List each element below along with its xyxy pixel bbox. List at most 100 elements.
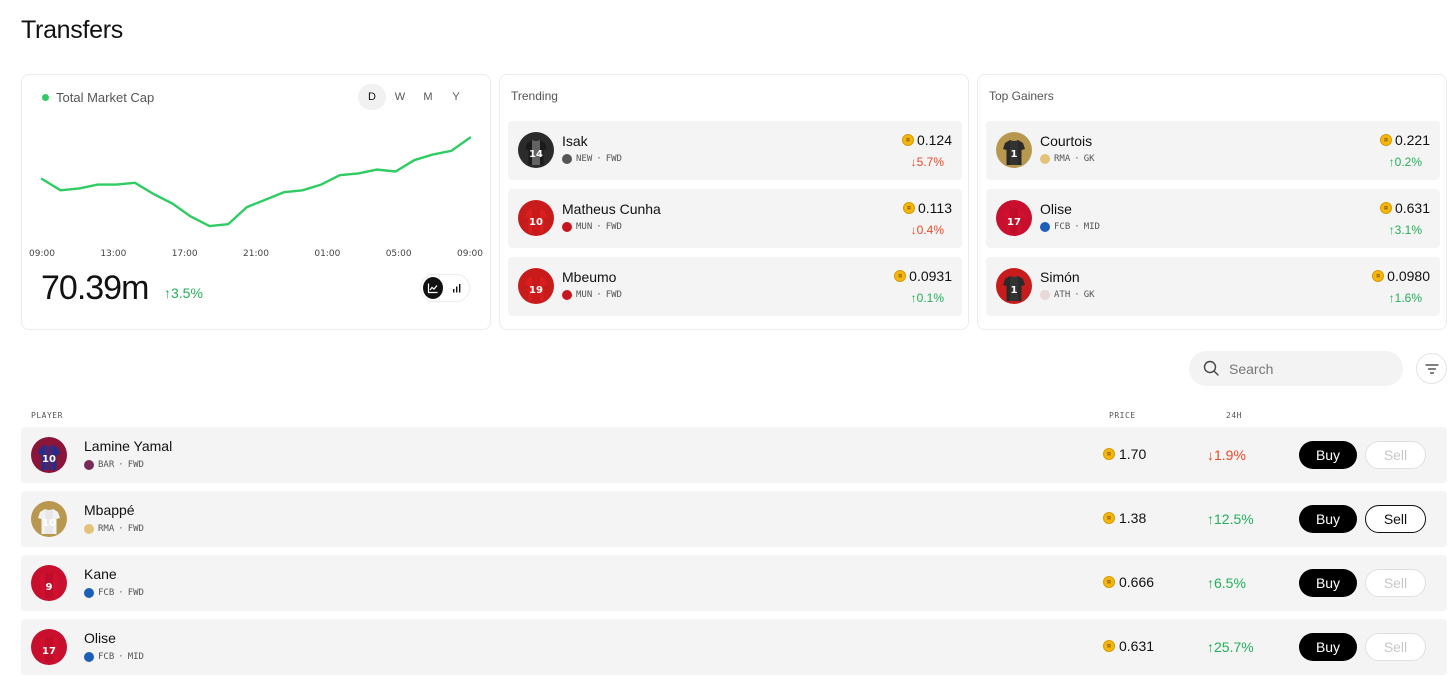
position-code: GK [1083, 290, 1095, 300]
sell-button[interactable]: Sell [1365, 569, 1426, 597]
coin-icon: ¤ [1103, 448, 1115, 460]
search-input[interactable] [1229, 360, 1389, 377]
arrow-up-icon: ↑ [1207, 575, 1214, 591]
team-position: FCB · FWD [84, 588, 144, 598]
player-avatar: 19 [518, 268, 554, 304]
position-code: GK [1083, 154, 1095, 164]
player-price: ¤ 0.666 [1103, 574, 1154, 590]
bar-chart-icon[interactable] [447, 277, 467, 299]
coin-icon: ¤ [1379, 134, 1392, 146]
table-row[interactable]: 10 Mbappé RMA · FWD ¤ 1.38 ↑12.5% Buy Sell [21, 491, 1447, 547]
market-cap-change: ↑3.5% [164, 285, 203, 301]
change-value: 5.7% [916, 155, 944, 169]
player-avatar: 9 [31, 565, 67, 601]
top-gainers-card: Top Gainers 1 Courtois RMA · GK ¤ 0.221 ↑0.2% 17… [977, 74, 1447, 330]
price-value: 0.221 [1394, 132, 1430, 148]
svg-text:1: 1 [1011, 149, 1018, 160]
x-tick-label: 05:00 [385, 249, 412, 259]
change-value: 0.4% [916, 223, 944, 237]
player-price: ¤ 0.0931 [894, 268, 952, 284]
player-name: Isak [562, 133, 588, 149]
player-name: Simón [1040, 269, 1080, 285]
x-tick-label: 01:00 [314, 249, 341, 259]
change-24h: ↓5.7% [911, 155, 944, 169]
player-name: Mbeumo [562, 269, 617, 285]
line-chart-icon[interactable] [423, 277, 443, 299]
change-24h: ↑3.1% [1389, 223, 1422, 237]
svg-text:19: 19 [529, 285, 543, 296]
svg-text:1: 1 [1011, 285, 1018, 296]
gainers-item[interactable]: 1 Courtois RMA · GK ¤ 0.221 ↑0.2% [986, 121, 1440, 180]
svg-text:17: 17 [42, 646, 56, 657]
search-icon [1203, 360, 1219, 376]
separator-dot: · [1074, 154, 1080, 164]
price-value: 0.124 [916, 132, 952, 148]
player-price: ¤ 1.38 [1103, 510, 1146, 526]
team-code: RMA [98, 524, 115, 534]
column-header-price: PRICE [1109, 411, 1136, 420]
separator-dot: · [118, 588, 124, 598]
trending-item[interactable]: 10 Matheus Cunha MUN · FWD ¤ 0.113 ↓0.4% [508, 189, 962, 248]
buy-button[interactable]: Buy [1299, 569, 1357, 597]
chart-time-axis: 09:00 13:00 17:00 21:00 01:00 05:00 09:00 [22, 249, 492, 263]
table-row[interactable]: 10 Lamine Yamal BAR · FWD ¤ 1.70 ↓1.9% Buy Sell [21, 427, 1447, 483]
sell-button[interactable]: Sell [1365, 441, 1426, 469]
player-avatar: 10 [31, 437, 67, 473]
position-code: FWD [605, 154, 622, 164]
change-value: 1.9% [1214, 447, 1246, 463]
buy-button[interactable]: Buy [1299, 441, 1357, 469]
trending-card: Trending 14 Isak NEW · FWD ¤ 0.124 ↓5.7% 10 Mathe… [499, 74, 969, 330]
team-position: FCB · MID [1040, 222, 1100, 232]
svg-text:14: 14 [529, 149, 543, 160]
sell-button[interactable]: Sell [1365, 505, 1426, 533]
table-row[interactable]: 9 Kane FCB · FWD ¤ 0.666 ↑6.5% Buy Sell [21, 555, 1447, 611]
team-position: RMA · FWD [84, 524, 144, 534]
team-position: NEW · FWD [562, 154, 622, 164]
x-tick-label: 17:00 [171, 249, 198, 259]
player-price: ¤ 0.0980 [1372, 268, 1430, 284]
trending-item[interactable]: 19 Mbeumo MUN · FWD ¤ 0.0931 ↑0.1% [508, 257, 962, 316]
x-tick-label: 21:00 [243, 249, 269, 259]
separator-dot: · [118, 524, 124, 534]
team-crest-icon [562, 154, 572, 164]
team-code: RMA [1054, 154, 1071, 164]
player-avatar: 17 [996, 200, 1032, 236]
position-code: FWD [127, 524, 144, 534]
position-code: MID [1083, 222, 1100, 232]
player-name: Olise [84, 630, 116, 646]
page-title: Transfers [21, 16, 123, 44]
change-value: 6.5% [1214, 575, 1246, 591]
player-avatar: 1 [996, 132, 1032, 168]
team-code: ATH [1054, 290, 1071, 300]
buy-button[interactable]: Buy [1299, 505, 1357, 533]
buy-button[interactable]: Buy [1299, 633, 1357, 661]
change-24h: ↑0.2% [1389, 155, 1422, 169]
team-position: MUN · FWD [562, 290, 622, 300]
table-row[interactable]: 17 Olise FCB · MID ¤ 0.631 ↑25.7% Buy Sell [21, 619, 1447, 675]
filter-icon [1424, 363, 1439, 374]
separator-dot: · [1074, 290, 1080, 300]
price-value: 1.70 [1119, 446, 1147, 462]
change-value: 25.7% [1214, 639, 1254, 655]
column-header-player: PLAYER [31, 411, 63, 420]
filter-button[interactable] [1416, 353, 1447, 384]
price-value: 0.666 [1119, 574, 1155, 590]
team-position: BAR · FWD [84, 460, 144, 470]
coin-icon: ¤ [1103, 512, 1115, 524]
team-crest-icon [84, 588, 94, 598]
team-code: FCB [98, 588, 115, 598]
gainers-item[interactable]: 1 Simón ATH · GK ¤ 0.0980 ↑1.6% [986, 257, 1440, 316]
separator-dot: · [118, 652, 124, 662]
change-24h: ↓0.4% [911, 223, 944, 237]
player-price: ¤ 0.221 [1379, 132, 1430, 148]
trending-item[interactable]: 14 Isak NEW · FWD ¤ 0.124 ↓5.7% [508, 121, 962, 180]
team-code: MUN [576, 290, 593, 300]
x-tick-label: 09:00 [29, 249, 55, 259]
coin-icon: ¤ [1103, 576, 1115, 588]
gainers-item[interactable]: 17 Olise FCB · MID ¤ 0.631 ↑3.1% [986, 189, 1440, 248]
price-value: 0.0931 [909, 268, 952, 284]
coin-icon: ¤ [894, 270, 907, 282]
change-24h: ↑6.5% [1207, 575, 1287, 591]
sell-button[interactable]: Sell [1365, 633, 1426, 661]
player-avatar: 17 [31, 629, 67, 665]
